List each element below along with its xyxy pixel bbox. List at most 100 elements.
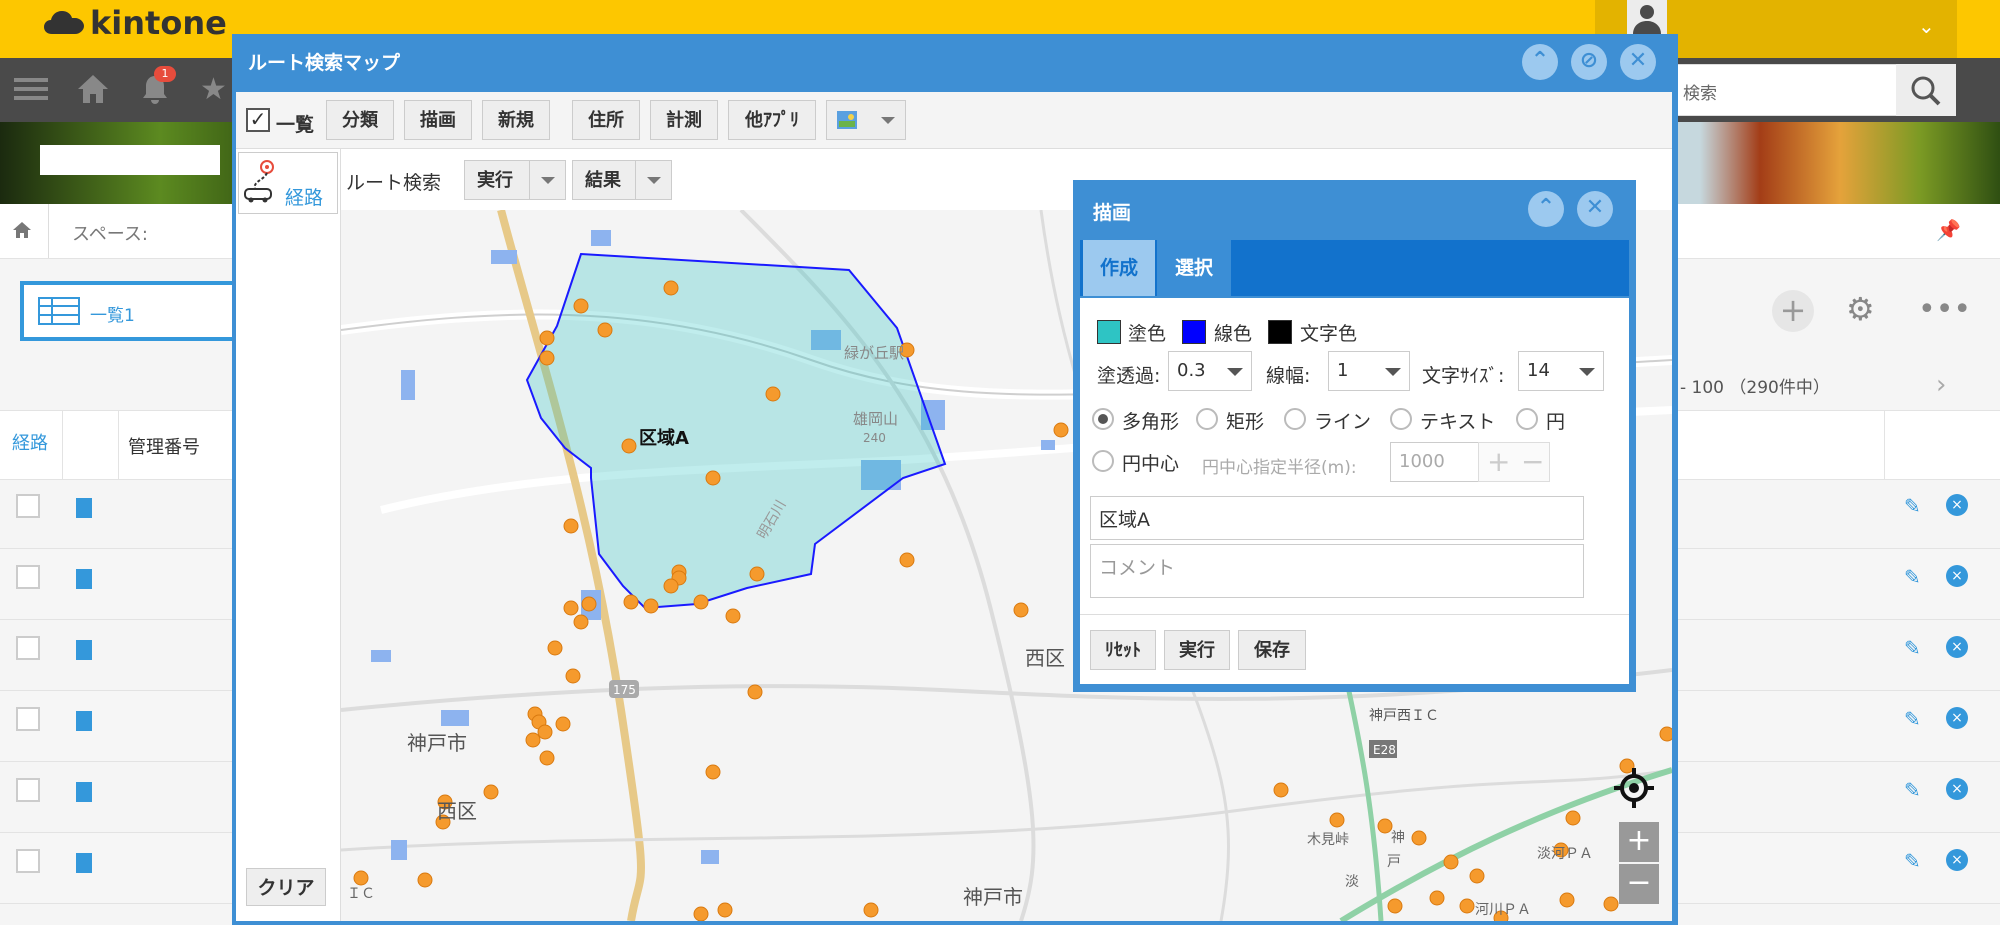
poi-marker[interactable] bbox=[1565, 810, 1581, 826]
draw-collapse-button[interactable]: ⌃ bbox=[1528, 191, 1564, 227]
poi-marker[interactable] bbox=[573, 298, 589, 314]
chevron-down-icon[interactable]: ⌄ bbox=[1918, 14, 1935, 38]
line-color-swatch[interactable] bbox=[1182, 320, 1206, 344]
fill-color-swatch[interactable] bbox=[1097, 320, 1121, 344]
row-checkbox[interactable] bbox=[16, 778, 40, 802]
poi-marker[interactable] bbox=[663, 280, 679, 296]
radio-circle-center[interactable] bbox=[1092, 450, 1114, 472]
poi-marker[interactable] bbox=[1377, 818, 1393, 834]
gear-icon[interactable]: ⚙ bbox=[1846, 290, 1875, 328]
poi-marker[interactable] bbox=[1411, 830, 1427, 846]
opacity-select[interactable]: 0.3 bbox=[1168, 351, 1252, 391]
menu-icon[interactable] bbox=[14, 72, 48, 106]
poi-marker[interactable] bbox=[1603, 896, 1619, 912]
document-icon[interactable] bbox=[76, 498, 92, 518]
poi-marker[interactable] bbox=[899, 552, 915, 568]
draw-button[interactable]: 描画 bbox=[404, 100, 472, 140]
poi-marker[interactable] bbox=[749, 566, 765, 582]
poi-marker[interactable] bbox=[417, 872, 433, 888]
document-icon[interactable] bbox=[76, 711, 92, 731]
poi-marker[interactable] bbox=[1053, 422, 1069, 438]
radio-text[interactable] bbox=[1390, 408, 1412, 430]
poi-marker[interactable] bbox=[1659, 726, 1672, 742]
route-tab[interactable]: 経路 bbox=[238, 152, 338, 214]
user-avatar[interactable] bbox=[1627, 0, 1667, 34]
more-icon[interactable]: ••• bbox=[1918, 292, 1971, 327]
header-manage-no[interactable]: 管理番号 bbox=[128, 433, 200, 459]
poi-marker[interactable] bbox=[563, 518, 579, 534]
radius-plus-button[interactable]: + bbox=[1487, 445, 1510, 478]
classify-button[interactable]: 分類 bbox=[326, 100, 394, 140]
poi-marker[interactable] bbox=[643, 598, 659, 614]
row-checkbox[interactable] bbox=[16, 707, 40, 731]
poi-marker[interactable] bbox=[765, 386, 781, 402]
reset-button[interactable]: ﾘｾｯﾄ bbox=[1090, 630, 1156, 670]
linewidth-select[interactable]: 1 bbox=[1328, 351, 1410, 391]
new-button[interactable]: 新規 bbox=[482, 100, 550, 140]
edit-icon[interactable]: ✎ bbox=[1904, 494, 1924, 518]
poi-marker[interactable] bbox=[483, 784, 499, 800]
poi-marker[interactable] bbox=[693, 594, 709, 610]
zoom-out-button[interactable]: − bbox=[1619, 864, 1659, 904]
row-checkbox[interactable] bbox=[16, 494, 40, 518]
poi-marker[interactable] bbox=[621, 438, 637, 454]
header-route[interactable]: 経路 bbox=[12, 429, 48, 455]
row-checkbox[interactable] bbox=[16, 636, 40, 660]
edit-icon[interactable]: ✎ bbox=[1904, 707, 1924, 731]
measure-button[interactable]: 計測 bbox=[650, 100, 718, 140]
poi-marker[interactable] bbox=[597, 322, 613, 338]
fontsize-select[interactable]: 14 bbox=[1518, 351, 1604, 391]
document-icon[interactable] bbox=[76, 853, 92, 873]
row-checkbox[interactable] bbox=[16, 849, 40, 873]
row-checkbox[interactable] bbox=[16, 565, 40, 589]
delete-icon[interactable]: × bbox=[1946, 849, 1968, 871]
other-app-button[interactable]: 他ｱﾌﾟﾘ bbox=[728, 100, 816, 140]
radio-line[interactable] bbox=[1284, 408, 1306, 430]
poi-marker[interactable] bbox=[725, 608, 741, 624]
poi-marker[interactable] bbox=[539, 750, 555, 766]
tab-select[interactable]: 選択 bbox=[1157, 240, 1231, 296]
collapse-button[interactable]: ⌃ bbox=[1522, 44, 1558, 80]
edit-icon[interactable]: ✎ bbox=[1904, 778, 1924, 802]
document-icon[interactable] bbox=[76, 782, 92, 802]
breadcrumb-space[interactable]: スペース: bbox=[72, 220, 148, 246]
poi-marker[interactable] bbox=[1469, 868, 1485, 884]
draw-close-button[interactable]: ✕ bbox=[1577, 191, 1613, 227]
poi-marker[interactable] bbox=[863, 902, 879, 918]
tab-create[interactable]: 作成 bbox=[1083, 240, 1155, 296]
poi-marker[interactable] bbox=[581, 596, 597, 612]
kintone-logo[interactable]: kintone bbox=[44, 4, 227, 42]
radio-rectangle[interactable] bbox=[1196, 408, 1218, 430]
poi-marker[interactable] bbox=[1387, 898, 1403, 914]
edit-icon[interactable]: ✎ bbox=[1904, 636, 1924, 660]
poi-marker[interactable] bbox=[1013, 602, 1029, 618]
radius-minus-button[interactable]: − bbox=[1521, 445, 1544, 478]
poi-marker[interactable] bbox=[747, 684, 763, 700]
edit-icon[interactable]: ✎ bbox=[1904, 849, 1924, 873]
poi-marker[interactable] bbox=[555, 716, 571, 732]
home-icon[interactable] bbox=[12, 220, 32, 244]
add-record-icon[interactable]: + bbox=[1772, 290, 1814, 332]
draw-run-button[interactable]: 実行 bbox=[1164, 630, 1230, 670]
save-button[interactable]: 保存 bbox=[1238, 630, 1306, 670]
view-selector[interactable]: 一覧1 bbox=[20, 281, 260, 341]
current-location-button[interactable] bbox=[1614, 768, 1654, 808]
delete-icon[interactable]: × bbox=[1946, 707, 1968, 729]
radius-input[interactable]: 1000 bbox=[1390, 442, 1486, 482]
poi-marker[interactable] bbox=[663, 578, 679, 594]
poi-marker[interactable] bbox=[623, 594, 639, 610]
map-type-dropdown[interactable] bbox=[826, 100, 906, 140]
next-page-icon[interactable]: › bbox=[1936, 370, 1946, 400]
poi-marker[interactable] bbox=[539, 350, 555, 366]
home-icon[interactable] bbox=[76, 72, 110, 110]
poi-marker[interactable] bbox=[353, 870, 369, 886]
shape-name-input[interactable]: 区域A bbox=[1090, 496, 1584, 540]
route-run-dropdown[interactable]: 実行 bbox=[464, 160, 566, 200]
search-button[interactable] bbox=[1896, 64, 1956, 116]
poi-marker[interactable] bbox=[1429, 890, 1445, 906]
zoom-in-button[interactable]: + bbox=[1619, 822, 1659, 862]
poi-marker[interactable] bbox=[573, 614, 589, 630]
comment-input[interactable]: コメント bbox=[1090, 544, 1584, 598]
clear-button[interactable]: クリア bbox=[246, 868, 326, 906]
poi-marker[interactable] bbox=[565, 668, 581, 684]
